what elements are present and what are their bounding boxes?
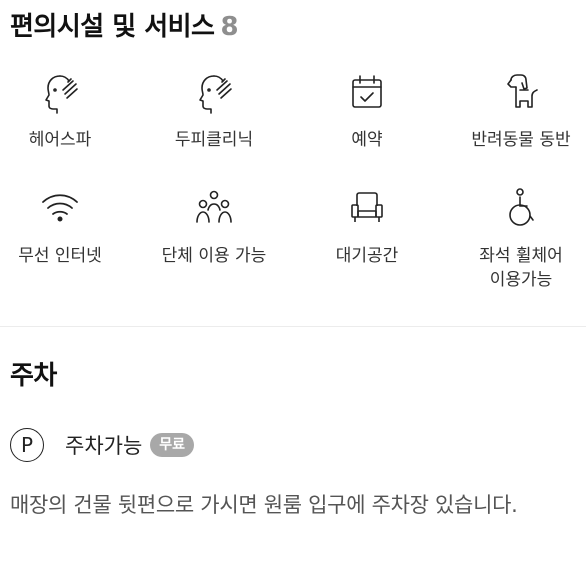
- free-badge: 무료: [150, 433, 195, 457]
- armchair-icon: [345, 186, 389, 230]
- amenity-hair-spa: 헤어스파: [0, 70, 133, 152]
- amenities-count: 8: [220, 12, 239, 42]
- group-icon: [192, 186, 236, 230]
- section-divider: [0, 326, 586, 327]
- wheelchair-icon: [499, 186, 543, 230]
- amenity-wheelchair: 좌석 휠체어 이용가능: [448, 186, 586, 292]
- amenity-label: 헤어스파: [28, 130, 92, 150]
- amenity-pet: 반려동물 동반: [448, 70, 586, 152]
- amenities-title-text: 편의시설 및 서비스: [10, 12, 215, 42]
- amenities-title: 편의시설 및 서비스 8: [10, 12, 239, 42]
- scalp-clinic-icon: [192, 70, 236, 114]
- amenity-label: 대기공간: [335, 246, 399, 266]
- parking-description: 매장의 건물 뒷편으로 가시면 원룸 입구에 주차장 있습니다.: [10, 493, 518, 517]
- amenity-wifi: 무선 인터넷: [0, 186, 133, 268]
- parking-title: 주차: [10, 361, 57, 391]
- amenity-label: 무선 인터넷: [18, 246, 102, 266]
- amenity-reservation: 예약: [294, 70, 440, 152]
- parking-icon: P: [10, 428, 44, 462]
- parking-row: P 주차가능 무료: [10, 426, 195, 464]
- wifi-icon: [38, 186, 82, 230]
- amenity-label: 좌석 휠체어 이용가능: [479, 246, 563, 290]
- amenity-scalp-clinic: 두피클리닉: [141, 70, 287, 152]
- amenity-label: 예약: [351, 130, 383, 150]
- dog-icon: [499, 70, 543, 114]
- calendar-check-icon: [345, 70, 389, 114]
- hair-spa-icon: [38, 70, 82, 114]
- parking-status: 주차가능: [65, 434, 143, 458]
- amenity-label: 단체 이용 가능: [161, 246, 267, 266]
- amenity-label: 반려동물 동반: [471, 130, 571, 150]
- amenity-label: 두피클리닉: [174, 130, 254, 150]
- amenity-group: 단체 이용 가능: [141, 186, 287, 268]
- amenity-waiting-area: 대기공간: [294, 186, 440, 268]
